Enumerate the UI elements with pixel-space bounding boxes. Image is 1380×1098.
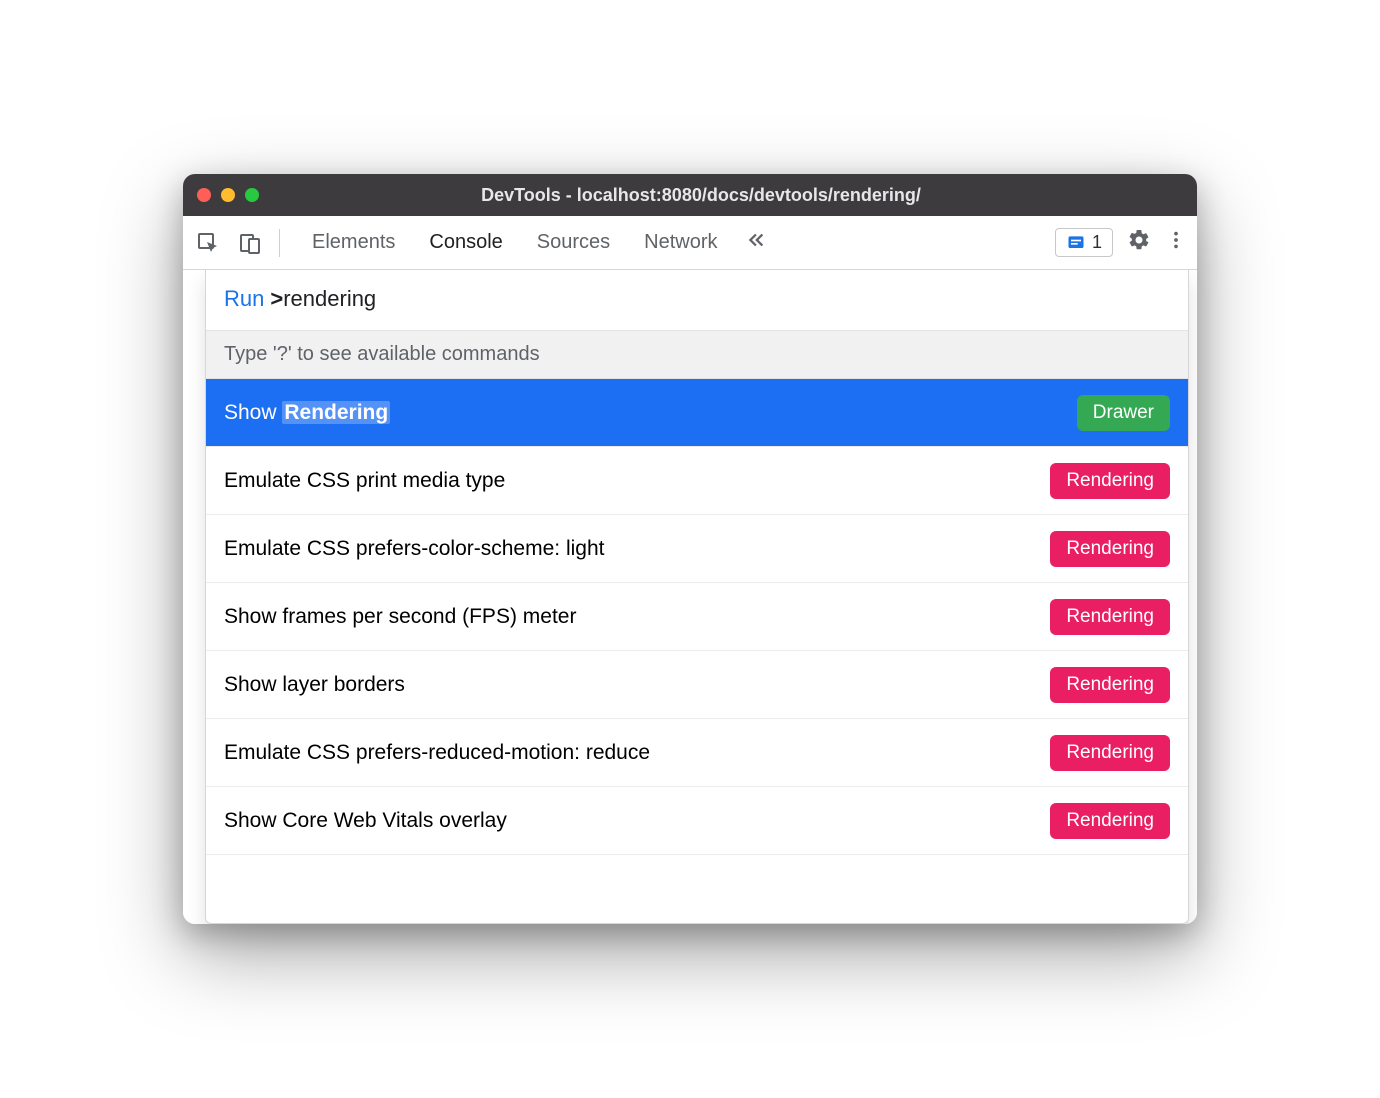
gear-icon [1127, 228, 1151, 252]
command-result-label: Show Rendering [224, 401, 390, 425]
window-title: DevTools - localhost:8080/docs/devtools/… [259, 185, 1183, 206]
settings-button[interactable] [1127, 228, 1151, 257]
inspect-element-icon[interactable] [189, 224, 227, 262]
issues-icon [1066, 233, 1086, 253]
zoom-window-button[interactable] [245, 188, 259, 202]
command-result-2[interactable]: Emulate CSS prefers-color-scheme: light R… [206, 515, 1188, 583]
command-result-label: Show frames per second (FPS) meter [224, 605, 576, 629]
close-window-button[interactable] [197, 188, 211, 202]
more-options-button[interactable] [1165, 229, 1187, 256]
command-result-badge: Rendering [1050, 599, 1170, 635]
command-result-label: Emulate CSS print media type [224, 469, 505, 493]
tab-network[interactable]: Network [628, 216, 733, 270]
traffic-lights [197, 188, 259, 202]
command-result-3[interactable]: Show frames per second (FPS) meter Render… [206, 583, 1188, 651]
command-result-label: Show layer borders [224, 673, 405, 697]
command-result-badge: Rendering [1050, 803, 1170, 839]
command-result-4[interactable]: Show layer borders Rendering [206, 651, 1188, 719]
command-result-6[interactable]: Show Core Web Vitals overlay Rendering [206, 787, 1188, 855]
command-hint: Type '?' to see available commands [206, 330, 1188, 379]
issues-count: 1 [1092, 232, 1102, 253]
command-result-badge: Rendering [1050, 667, 1170, 703]
toolbar: Elements Console Sources Network 1 [183, 216, 1197, 270]
titlebar: DevTools - localhost:8080/docs/devtools/… [183, 174, 1197, 216]
command-gt: > [270, 286, 283, 312]
issues-chip[interactable]: 1 [1055, 228, 1113, 257]
command-result-label: Show Core Web Vitals overlay [224, 809, 507, 833]
tab-console[interactable]: Console [413, 216, 518, 270]
command-prefix: Run [224, 286, 264, 312]
command-result-badge: Rendering [1050, 531, 1170, 567]
command-results: Show Rendering Drawer Emulate CSS print me… [206, 379, 1188, 855]
more-tabs-icon[interactable] [744, 229, 766, 256]
command-result-badge: Rendering [1050, 735, 1170, 771]
devtools-window: DevTools - localhost:8080/docs/devtools/… [183, 174, 1197, 924]
command-result-badge: Drawer [1077, 395, 1170, 431]
content-area: Run > rendering Type '?' to see availabl… [183, 270, 1197, 924]
tab-elements[interactable]: Elements [296, 216, 411, 270]
command-result-0[interactable]: Show Rendering Drawer [206, 379, 1188, 447]
device-toolbar-icon[interactable] [231, 224, 269, 262]
command-result-label: Emulate CSS prefers-reduced-motion: redu… [224, 741, 650, 765]
command-result-1[interactable]: Emulate CSS print media type Rendering [206, 447, 1188, 515]
kebab-icon [1165, 229, 1187, 251]
toolbar-separator [279, 229, 280, 257]
tab-strip: Elements Console Sources Network [296, 216, 766, 270]
command-result-badge: Rendering [1050, 463, 1170, 499]
command-menu: Run > rendering Type '?' to see availabl… [205, 270, 1189, 924]
tab-sources[interactable]: Sources [521, 216, 626, 270]
command-input-row[interactable]: Run > rendering [206, 270, 1188, 330]
minimize-window-button[interactable] [221, 188, 235, 202]
command-query: rendering [283, 286, 376, 312]
command-result-label: Emulate CSS prefers-color-scheme: light [224, 537, 604, 561]
command-result-5[interactable]: Emulate CSS prefers-reduced-motion: redu… [206, 719, 1188, 787]
